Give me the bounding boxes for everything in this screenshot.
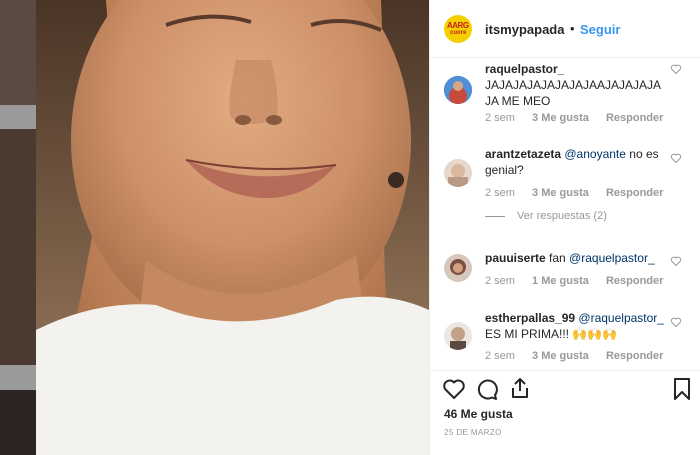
comment-username[interactable]: arantzetazeta [485,147,561,161]
commenter-avatar[interactable] [444,76,472,104]
like-comment-heart-icon[interactable] [670,316,682,328]
replies-divider [485,216,505,217]
comment-likes[interactable]: 1 Me gusta [532,275,589,287]
selfie-illustration [36,0,429,455]
comment-mention[interactable]: @anoyante [564,147,626,161]
heart-icon[interactable] [442,377,466,401]
view-replies-button[interactable]: Ver respuestas (2) [517,210,607,222]
comment-text: fan [549,251,570,265]
comment-likes[interactable]: 3 Me gusta [532,112,589,124]
comment-meta: 2 sem 3 Me gusta Responder [485,350,663,362]
avatar-photo [444,254,472,282]
reply-button[interactable]: Responder [606,112,663,124]
comment-time[interactable]: 2 sem [485,112,515,124]
reply-button[interactable]: Responder [606,187,663,199]
comment-mention[interactable]: @raquelpastor_ [569,251,655,265]
commenter-avatar[interactable] [444,159,472,187]
comment-username[interactable]: pauuiserte [485,251,546,265]
comments-list[interactable]: raquelpastor_ JAJAJAJAJAJAJAJAAJAJAJAJAJ… [430,58,700,370]
comment-text: ES MI PRIMA!!! 🙌🙌🙌 [485,327,618,341]
reply-button[interactable]: Responder [606,350,663,362]
comment-meta: 2 sem 3 Me gusta Responder [485,112,663,124]
avatar-photo [444,322,472,350]
comment-icon[interactable] [475,377,499,401]
comment-mention[interactable]: @raquelpastor_ [578,311,664,325]
comment-meta: 2 sem 3 Me gusta Responder [485,187,663,199]
post-side-panel: AARG cuore itsmypapada • Seguir raquelpa… [429,0,700,455]
comment-body: estherpallas_99 @raquelpastor_ ES MI PRI… [485,310,675,342]
like-comment-heart-icon[interactable] [670,152,682,164]
share-icon[interactable] [508,376,532,400]
commenter-avatar[interactable] [444,254,472,282]
comment-time[interactable]: 2 sem [485,187,515,199]
comment-time[interactable]: 2 sem [485,350,515,362]
logo-text: AARG [447,21,469,30]
comment-body: raquelpastor_ JAJAJAJAJAJAJAJAAJAJAJAJAJ… [485,61,665,109]
strip-band [0,105,36,129]
comment-time[interactable]: 2 sem [485,275,515,287]
comment-likes[interactable]: 3 Me gusta [532,187,589,199]
avatar-photo [444,159,472,187]
strip-band [0,390,36,455]
logo-subtext: cuore [450,30,467,36]
comment-body: pauuiserte fan @raquelpastor_ [485,250,675,266]
post-likes-count[interactable]: 46 Me gusta [444,407,513,421]
post-header: AARG cuore itsmypapada • Seguir [430,0,700,58]
post-photo[interactable] [36,0,429,455]
separator-dot: • [570,21,575,36]
comment-likes[interactable]: 3 Me gusta [532,350,589,362]
follow-button[interactable]: Seguir [580,22,620,37]
comment-username[interactable]: raquelpastor_ [485,62,564,76]
comment-username[interactable]: estherpallas_99 [485,311,575,325]
strip-band [0,129,36,365]
previous-photo-strip[interactable] [0,0,36,455]
author-username[interactable]: itsmypapada [485,22,564,37]
reply-button[interactable]: Responder [606,275,663,287]
post-date[interactable]: 25 DE MARZO [444,428,502,437]
avatar-photo [444,76,472,104]
comment-body: arantzetazeta @anoyante no es genial? [485,146,665,178]
comment-text: JAJAJAJAJAJAJAJAAJAJAJAJAJA ME MEO [485,78,662,108]
like-comment-heart-icon[interactable] [670,255,682,267]
commenter-avatar[interactable] [444,322,472,350]
post-actions: 46 Me gusta 25 DE MARZO [430,370,700,455]
author-avatar[interactable]: AARG cuore [444,15,472,43]
strip-band [0,365,36,390]
strip-band [0,0,36,105]
bookmark-icon[interactable] [672,377,692,401]
comment-meta: 2 sem 1 Me gusta Responder [485,275,663,287]
like-comment-heart-icon[interactable] [670,63,682,75]
